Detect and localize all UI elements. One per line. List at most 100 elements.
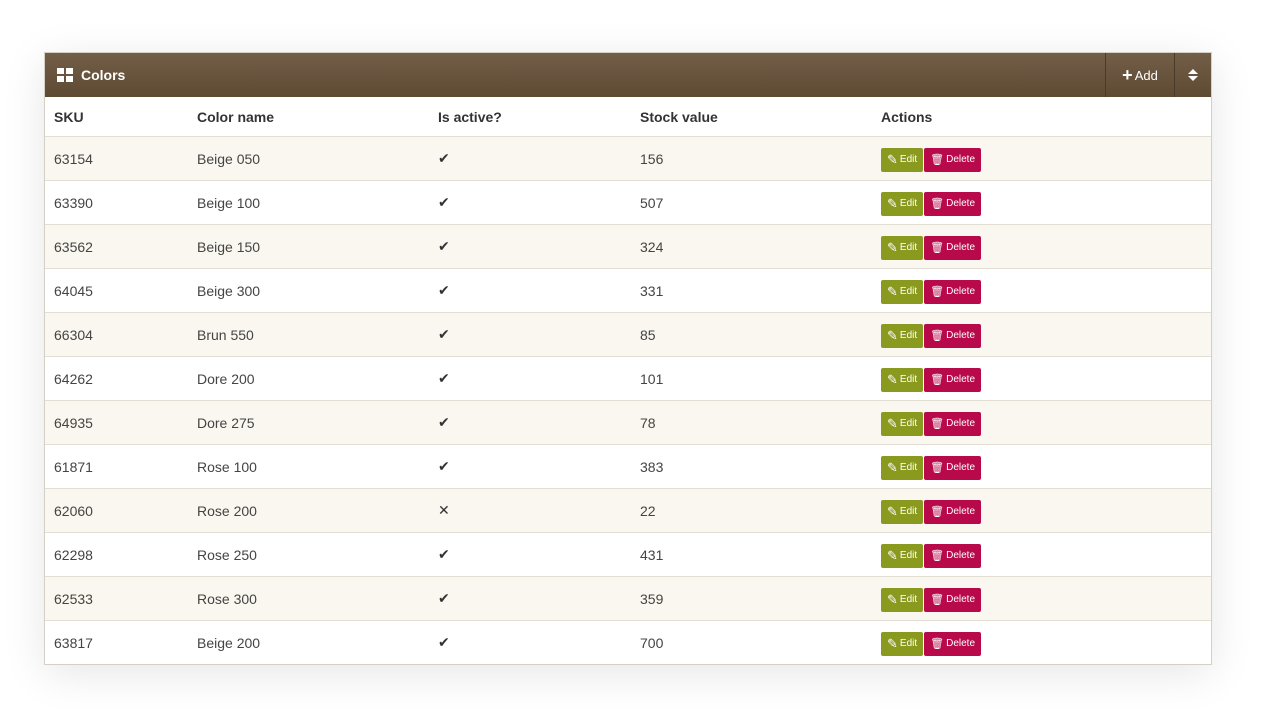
- delete-button-label: Delete: [946, 506, 976, 517]
- cell-actions: ✎ Edit 🗑 Delete: [872, 180, 1211, 225]
- check-icon: ✔: [438, 194, 450, 210]
- pencil-icon: ✎: [887, 327, 898, 343]
- delete-button[interactable]: 🗑 Delete: [924, 147, 982, 172]
- delete-button[interactable]: 🗑 Delete: [924, 279, 982, 304]
- trash-icon: 🗑: [930, 330, 945, 342]
- edit-button[interactable]: ✎ Edit: [881, 279, 924, 304]
- delete-button[interactable]: 🗑 Delete: [924, 411, 982, 436]
- cell-sku: 62298: [45, 532, 188, 577]
- sort-toggle-button[interactable]: [1174, 53, 1211, 97]
- trash-icon: 🗑: [930, 638, 945, 650]
- cell-actions: ✎ Edit 🗑 Delete: [872, 620, 1211, 664]
- cell-color-name: Rose 100: [188, 444, 429, 489]
- sort-down-icon: [1188, 76, 1198, 81]
- cell-sku: 64262: [45, 356, 188, 401]
- trash-icon: 🗑: [930, 242, 945, 254]
- cell-color-name: Beige 300: [188, 268, 429, 313]
- delete-button[interactable]: 🗑 Delete: [924, 191, 982, 216]
- edit-button-label: Edit: [899, 286, 918, 297]
- edit-button[interactable]: ✎ Edit: [881, 499, 924, 524]
- delete-button[interactable]: 🗑 Delete: [924, 587, 982, 612]
- cell-color-name: Rose 300: [188, 576, 429, 621]
- table-row: 63390 Beige 100 ✔ 507 ✎ Edit 🗑 Delete: [45, 180, 1211, 225]
- edit-button[interactable]: ✎ Edit: [881, 411, 924, 436]
- pencil-icon: ✎: [887, 283, 898, 299]
- column-header-sku[interactable]: SKU: [45, 97, 188, 137]
- delete-button[interactable]: 🗑 Delete: [924, 367, 982, 392]
- cell-stock-value: 507: [631, 180, 872, 225]
- column-header-color-name[interactable]: Color name: [188, 97, 429, 137]
- grid-icon: [57, 68, 73, 82]
- delete-button-label: Delete: [946, 154, 976, 165]
- edit-button[interactable]: ✎ Edit: [881, 235, 924, 260]
- delete-button[interactable]: 🗑 Delete: [924, 499, 982, 524]
- cell-is-active: ✔: [429, 180, 631, 225]
- cell-is-active: ✔: [429, 268, 631, 313]
- column-header-actions: Actions: [872, 97, 1211, 137]
- edit-button[interactable]: ✎ Edit: [881, 323, 924, 348]
- trash-icon: 🗑: [930, 374, 945, 386]
- edit-button[interactable]: ✎ Edit: [881, 367, 924, 392]
- cell-actions: ✎ Edit 🗑 Delete: [872, 136, 1211, 181]
- check-icon: ✔: [438, 370, 450, 386]
- panel-header: Colors + Add: [45, 53, 1211, 97]
- edit-button[interactable]: ✎ Edit: [881, 455, 924, 480]
- pencil-icon: ✎: [887, 415, 898, 431]
- check-icon: ✔: [438, 546, 450, 562]
- trash-icon: 🗑: [930, 198, 945, 210]
- edit-button[interactable]: ✎ Edit: [881, 587, 924, 612]
- check-icon: ✔: [438, 414, 450, 430]
- cell-sku: 61871: [45, 444, 188, 489]
- add-button[interactable]: + Add: [1105, 53, 1174, 97]
- edit-button[interactable]: ✎ Edit: [881, 147, 924, 172]
- delete-button[interactable]: 🗑 Delete: [924, 631, 982, 656]
- edit-button[interactable]: ✎ Edit: [881, 191, 924, 216]
- column-header-is-active[interactable]: Is active?: [429, 97, 631, 137]
- cell-stock-value: 156: [631, 136, 872, 181]
- delete-button-label: Delete: [946, 462, 976, 473]
- pencil-icon: ✎: [887, 239, 898, 255]
- edit-button-label: Edit: [899, 242, 918, 253]
- cell-is-active: ✕: [429, 488, 631, 533]
- delete-button[interactable]: 🗑 Delete: [924, 455, 982, 480]
- edit-button[interactable]: ✎ Edit: [881, 543, 924, 568]
- cell-stock-value: 78: [631, 400, 872, 445]
- cell-color-name: Beige 100: [188, 180, 429, 225]
- edit-button-label: Edit: [899, 462, 918, 473]
- cell-actions: ✎ Edit 🗑 Delete: [872, 532, 1211, 577]
- cell-actions: ✎ Edit 🗑 Delete: [872, 576, 1211, 621]
- delete-button[interactable]: 🗑 Delete: [924, 543, 982, 568]
- cell-color-name: Beige 150: [188, 224, 429, 269]
- check-icon: ✔: [438, 150, 450, 166]
- plus-icon: +: [1122, 65, 1133, 85]
- colors-panel: Colors + Add SKU Color name Is active? S…: [44, 52, 1212, 665]
- check-icon: ✔: [438, 634, 450, 650]
- check-icon: ✔: [438, 282, 450, 298]
- cell-sku: 66304: [45, 312, 188, 357]
- edit-button[interactable]: ✎ Edit: [881, 631, 924, 656]
- cell-is-active: ✔: [429, 532, 631, 577]
- cell-sku: 63562: [45, 224, 188, 269]
- cross-icon: ✕: [438, 502, 450, 518]
- delete-button-label: Delete: [946, 374, 976, 385]
- table-row: 63154 Beige 050 ✔ 156 ✎ Edit 🗑 Delete: [45, 136, 1211, 181]
- pencil-icon: ✎: [887, 151, 898, 167]
- cell-is-active: ✔: [429, 136, 631, 181]
- trash-icon: 🗑: [930, 154, 945, 166]
- cell-stock-value: 431: [631, 532, 872, 577]
- cell-stock-value: 331: [631, 268, 872, 313]
- trash-icon: 🗑: [930, 462, 945, 474]
- column-header-stock-value[interactable]: Stock value: [631, 97, 872, 137]
- delete-button[interactable]: 🗑 Delete: [924, 235, 982, 260]
- cell-sku: 63390: [45, 180, 188, 225]
- delete-button-label: Delete: [946, 638, 976, 649]
- table-row: 64262 Dore 200 ✔ 101 ✎ Edit 🗑 Delete: [45, 356, 1211, 401]
- edit-button-label: Edit: [899, 330, 918, 341]
- cell-actions: ✎ Edit 🗑 Delete: [872, 356, 1211, 401]
- cell-sku: 62060: [45, 488, 188, 533]
- delete-button[interactable]: 🗑 Delete: [924, 323, 982, 348]
- delete-button-label: Delete: [946, 330, 976, 341]
- cell-color-name: Rose 250: [188, 532, 429, 577]
- pencil-icon: ✎: [887, 547, 898, 563]
- colors-table: SKU Color name Is active? Stock value Ac…: [45, 97, 1211, 664]
